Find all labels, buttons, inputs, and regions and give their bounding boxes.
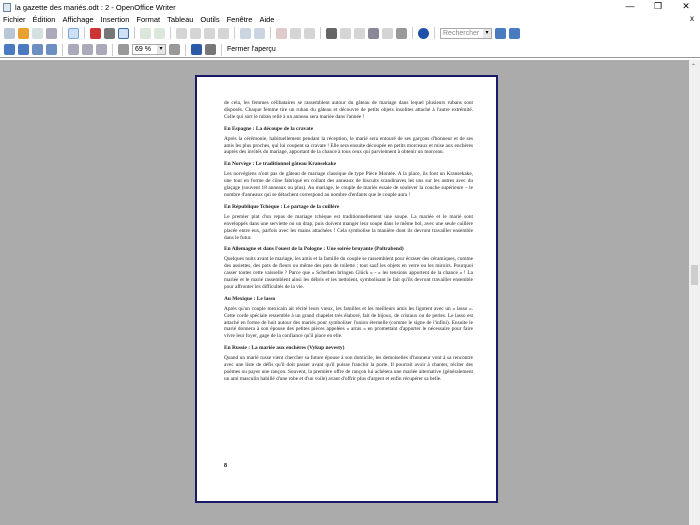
section-heading: Au Mexique : Le lasso [224,295,276,302]
full-screen-icon[interactable] [191,44,202,55]
chevron-down-icon[interactable]: ▾ [483,28,491,38]
copy-icon[interactable] [190,27,201,39]
zoom-in-icon[interactable] [118,44,129,55]
maximize-button[interactable]: ❐ [644,0,672,13]
document-page: de cela, les femmes célibataires se rass… [195,75,498,503]
paragraph: Le premier plat d'un repas de mariage tc… [224,213,473,241]
paragraph: Quelques nuits avant le mariage, les ami… [224,256,473,290]
help-icon[interactable] [418,27,429,39]
menu-tableau[interactable]: Tableau [167,15,193,24]
paragraph: Les norvégiens n'ont pas de gâteau de ma… [224,171,473,198]
zoom-value: 69 % [135,46,151,53]
find-previous-icon[interactable] [509,27,520,39]
redo-icon[interactable] [254,27,265,39]
open-folder-icon[interactable] [18,27,29,39]
title-bar: la gazette des mariés.odt : 2 - OpenOffi… [0,0,700,14]
find-next-icon[interactable] [495,27,506,39]
undo-icon[interactable] [240,27,251,39]
section-heading: En Espagne : La découpe de la cravate [224,125,314,132]
standard-toolbar: Rechercher ▾ [0,25,700,41]
vertical-scrollbar[interactable]: ⌃ [689,60,700,525]
find-replace-icon[interactable] [326,27,337,39]
menu-fenetre[interactable]: Fenêtre [227,15,253,24]
menu-edition[interactable]: Édition [33,15,56,24]
search-box[interactable]: Rechercher ▾ [440,27,492,39]
new-document-icon[interactable] [4,27,15,39]
close-button[interactable]: ✕ [672,0,700,13]
page-content: de cela, les femmes célibataires se rass… [224,100,473,383]
menu-affichage[interactable]: Affichage [62,15,93,24]
page-preview-icon[interactable] [118,27,129,39]
table-icon[interactable] [290,27,301,39]
spellcheck-icon[interactable] [140,27,151,39]
window-title: la gazette des mariés.odt : 2 - OpenOffi… [15,2,176,12]
hyperlink-icon[interactable] [276,27,287,39]
menu-fichier[interactable]: Fichier [3,15,26,24]
page-number: 8 [224,463,227,469]
gallery-icon[interactable] [354,27,365,39]
paragraph: Quand un marié russe vient chercher sa f… [224,355,473,382]
menu-bar: Fichier Édition Affichage Insertion Form… [0,14,700,25]
print-icon[interactable] [104,27,115,39]
preview-toolbar: 69 % ▾ Fermer l'aperçu [0,42,700,58]
next-page-icon[interactable] [18,44,29,55]
close-document-button[interactable]: x [690,14,694,23]
menu-outils[interactable]: Outils [200,15,219,24]
export-pdf-icon[interactable] [90,27,101,39]
email-icon[interactable] [46,27,57,39]
close-preview-button[interactable]: Fermer l'aperçu [227,46,276,53]
first-page-icon[interactable] [32,44,43,55]
autospellcheck-icon[interactable] [154,27,165,39]
paragraph: Après la cérémonie, habituellement penda… [224,135,474,156]
chevron-down-icon[interactable]: ▾ [157,45,165,54]
formatting-marks-icon[interactable] [382,27,393,39]
cut-icon[interactable] [176,27,187,39]
zoom-select[interactable]: 69 % ▾ [132,44,166,55]
save-icon[interactable] [32,27,43,39]
section-heading: En Russie : La mariée aux enchères (Vyku… [224,345,345,352]
minimize-button[interactable]: — [616,0,644,13]
section-heading: En Allemagne et dans l'ouest de la Polog… [224,246,404,253]
book-preview-icon[interactable] [96,44,107,55]
edit-mode-icon[interactable] [68,27,79,39]
search-placeholder: Rechercher [443,29,480,37]
scroll-up-icon[interactable]: ⌃ [691,63,696,70]
zoom-icon[interactable] [396,27,407,39]
zoom-out-icon[interactable] [169,44,180,55]
data-sources-icon[interactable] [368,27,379,39]
two-pages-icon[interactable] [68,44,79,55]
menu-format[interactable]: Format [136,15,160,24]
previous-page-icon[interactable] [4,44,15,55]
last-page-icon[interactable] [46,44,57,55]
menu-insertion[interactable]: Insertion [101,15,130,24]
multiple-pages-icon[interactable] [82,44,93,55]
paste-icon[interactable] [204,27,215,39]
paragraph: de cela, les femmes célibataires se rass… [224,100,473,120]
print-icon[interactable] [205,44,216,55]
scrollbar-thumb[interactable] [691,265,698,285]
navigator-icon[interactable] [340,27,351,39]
menu-aide[interactable]: Aide [259,15,274,24]
paragraph: Après qu'un couple mexicain ait récité l… [224,305,473,340]
clone-formatting-icon[interactable] [218,27,229,39]
writer-app-icon [3,2,11,12]
section-heading: En République Tchèque : Le partage de la… [224,203,340,210]
section-heading: En Norvège : Le traditionnel gâteau Kran… [224,161,336,168]
draw-icon[interactable] [304,27,315,39]
